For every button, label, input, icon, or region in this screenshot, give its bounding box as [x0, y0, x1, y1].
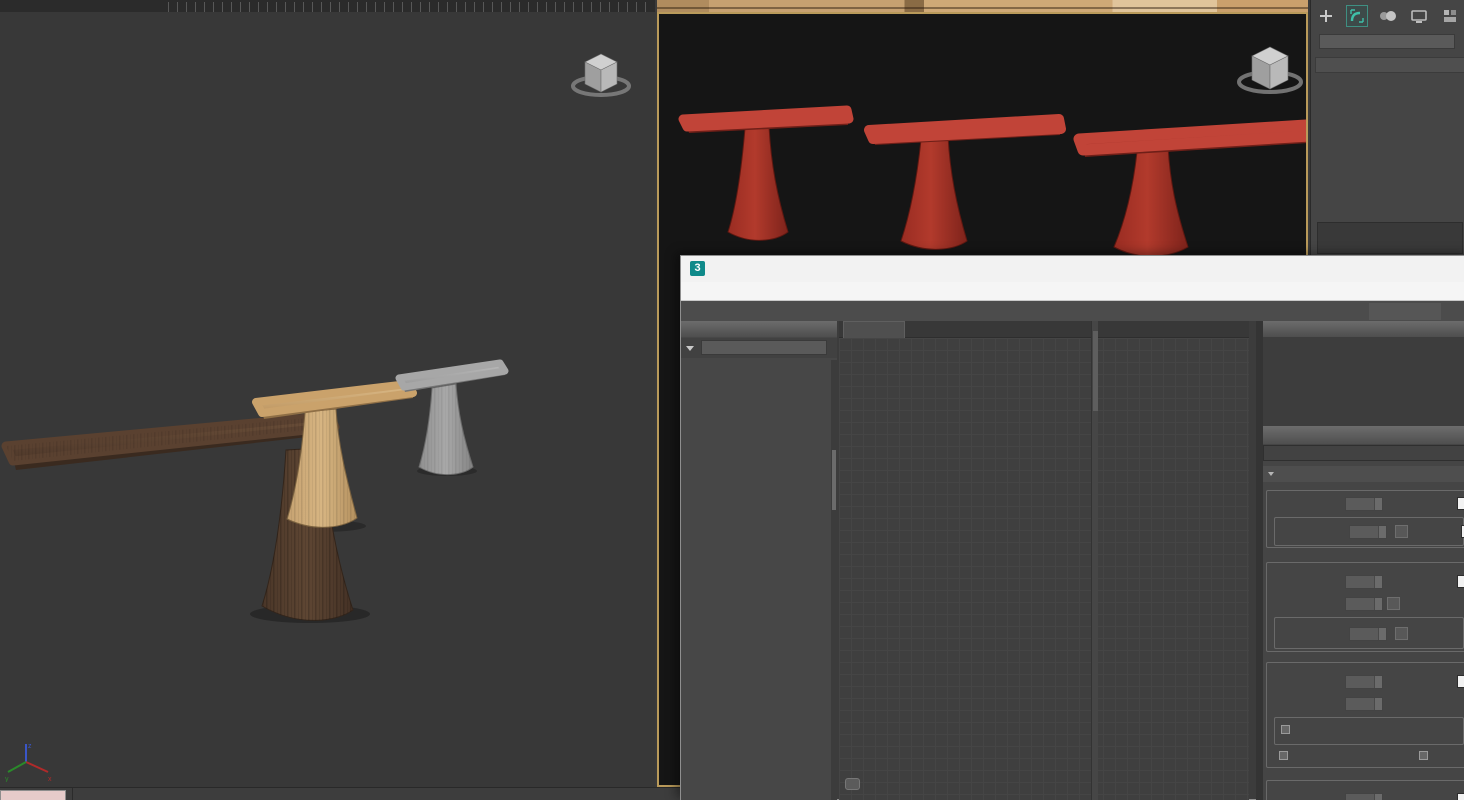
translucency-group	[1274, 517, 1464, 546]
top-viewport-label	[0, 1, 6, 11]
anisotropy-group	[1274, 617, 1464, 649]
modify-tab[interactable]	[1346, 5, 1368, 27]
opacity-level-field[interactable]	[1345, 793, 1383, 800]
svg-text:y: y	[5, 776, 9, 782]
diffuse-group	[1266, 490, 1464, 548]
search-input[interactable]	[701, 340, 827, 355]
opacity-color-swatch[interactable]	[1457, 793, 1464, 800]
viewcube-widget[interactable]	[1231, 36, 1307, 102]
viewcube-widget[interactable]	[565, 44, 635, 104]
menu-bar	[681, 282, 1464, 301]
refraction-color-swatch[interactable]	[1457, 675, 1464, 688]
node-wires	[839, 338, 1249, 800]
view1-tab[interactable]	[843, 321, 905, 338]
chevron-down-icon[interactable]	[686, 346, 694, 351]
dispersion-enabled-checkbox[interactable]	[1281, 725, 1290, 734]
basic-options-rollout[interactable]	[1263, 466, 1464, 482]
right-column	[1263, 321, 1464, 800]
reflection-color-swatch[interactable]	[1457, 575, 1464, 588]
hierarchy-tab[interactable]	[1377, 5, 1399, 27]
command-panel	[1310, 0, 1464, 255]
reflection-group	[1266, 562, 1464, 652]
clay-tables-render	[659, 14, 1308, 274]
top-right-viewport-sliver[interactable]	[657, 0, 1308, 12]
navigator-panel	[1263, 321, 1464, 426]
refraction-group	[1266, 662, 1464, 768]
reflection-level-field[interactable]	[1345, 575, 1383, 589]
motion-tab[interactable]	[1408, 5, 1430, 27]
glossiness-map-button[interactable]	[1387, 597, 1400, 610]
view-tab-right[interactable]	[1369, 303, 1441, 320]
object-name-field[interactable]	[1319, 34, 1455, 49]
top-right-viewport-label	[657, 0, 665, 10]
material-map-browser-panel	[681, 321, 837, 800]
svg-text:z: z	[28, 743, 32, 750]
node-graph-canvas[interactable]	[839, 338, 1249, 800]
translucency-map-button[interactable]	[1395, 525, 1408, 538]
toolbar	[681, 301, 1464, 321]
divider	[72, 788, 73, 800]
navigator-header[interactable]	[1263, 321, 1464, 337]
perspective-viewport-shaded[interactable]: z x y	[0, 12, 655, 787]
parameter-editor-panel	[1263, 426, 1464, 800]
reflection-glossiness-field[interactable]	[1345, 597, 1383, 611]
world-axis-tripod: z x y	[4, 740, 54, 782]
refraction-level-field[interactable]	[1345, 675, 1383, 689]
translucency-fraction-field[interactable]	[1349, 525, 1387, 539]
material-name-field[interactable]	[1263, 445, 1464, 461]
diffuse-color-swatch[interactable]	[1457, 497, 1464, 510]
dispersion-group	[1274, 717, 1464, 745]
navigator-thumbnail[interactable]	[1263, 337, 1464, 426]
wood-tables-render	[0, 12, 655, 787]
thin-refraction-checkbox[interactable]	[1279, 751, 1288, 760]
maxscript-mini-listener[interactable]	[0, 790, 66, 800]
3dsmax-application: z x y	[0, 0, 1464, 800]
opacity-group	[1266, 780, 1464, 800]
browser-tree	[681, 360, 831, 800]
svg-text:x: x	[48, 776, 52, 782]
status-bar	[0, 787, 680, 800]
rollout-arrow-icon	[1268, 472, 1274, 476]
3dsmax-logo-icon: 3	[690, 261, 705, 276]
anisotropy-amount-field[interactable]	[1349, 627, 1387, 641]
graph-scrollbar[interactable]	[1091, 321, 1098, 800]
modifier-stack[interactable]	[1317, 222, 1463, 254]
panel-splitter[interactable]	[1256, 321, 1263, 800]
modifier-list-dropdown[interactable]	[1315, 57, 1464, 73]
window-titlebar[interactable]: 3	[681, 256, 1464, 282]
diffuse-level-field[interactable]	[1345, 497, 1383, 511]
browser-header[interactable]	[681, 321, 837, 337]
create-tab[interactable]	[1315, 5, 1337, 27]
material-header[interactable]	[1263, 426, 1464, 444]
pan-tool-icon[interactable]	[845, 778, 860, 790]
view-tab-bar	[839, 321, 1249, 338]
timeline-ticks	[168, 2, 648, 12]
node-view-panel	[839, 321, 1249, 800]
browser-search-row	[681, 338, 837, 358]
refraction-glossiness-field[interactable]	[1345, 697, 1383, 711]
anisotropy-map-button[interactable]	[1395, 627, 1408, 640]
top-viewport-sliver[interactable]	[0, 0, 655, 12]
slate-material-editor-window: 3	[680, 255, 1464, 800]
browser-scrollbar[interactable]	[831, 360, 837, 800]
display-tab[interactable]	[1439, 5, 1461, 27]
caustics-checkbox[interactable]	[1419, 751, 1428, 760]
